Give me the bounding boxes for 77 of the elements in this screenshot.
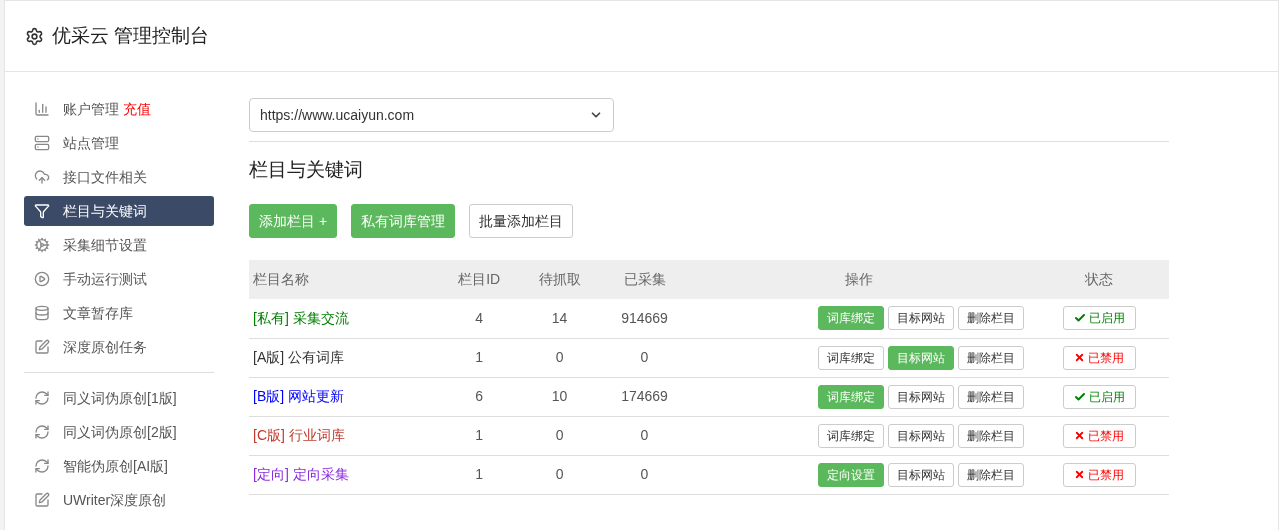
action-button[interactable]: 删除栏目 bbox=[958, 306, 1025, 331]
table-cell: [C版] 行业词库 bbox=[249, 416, 439, 455]
column-header: 已采集 bbox=[599, 260, 690, 299]
table-cell: 0 bbox=[519, 455, 600, 494]
filter-icon bbox=[34, 203, 50, 219]
table-cell: 914669 bbox=[599, 299, 690, 338]
status-button[interactable]: 已禁用 bbox=[1062, 423, 1136, 448]
action-button[interactable]: 目标网站 bbox=[888, 462, 955, 487]
table-cell: 0 bbox=[519, 416, 600, 455]
table-cell: 1 bbox=[439, 455, 520, 494]
action-button[interactable]: 删除栏目 bbox=[958, 345, 1025, 370]
sidebar-item[interactable]: 同义词伪原创[1版] bbox=[24, 383, 214, 413]
status-button[interactable]: 已禁用 bbox=[1062, 345, 1136, 370]
sidebar-item[interactable]: 智能伪原创[AI版] bbox=[24, 451, 214, 481]
server-icon bbox=[34, 135, 50, 151]
section-title: 栏目与关键词 bbox=[249, 158, 364, 182]
action-button[interactable]: 删除栏目 bbox=[958, 423, 1025, 448]
status-button[interactable]: 已禁用 bbox=[1062, 462, 1136, 487]
table-cell: 0 bbox=[599, 338, 690, 377]
sidebar-item[interactable]: 深度原创任务 bbox=[24, 332, 214, 362]
edit-icon bbox=[34, 492, 50, 508]
column-header: 栏目ID bbox=[439, 260, 520, 299]
refresh-icon bbox=[34, 458, 50, 474]
refresh-icon bbox=[34, 424, 50, 440]
sidebar-item[interactable]: 采集细节设置 bbox=[24, 230, 214, 260]
table-cell: 1 bbox=[439, 338, 520, 377]
column-header: 栏目名称 bbox=[249, 260, 439, 299]
table-cell: [定向] 定向采集 bbox=[249, 455, 439, 494]
sidebar-item[interactable]: 栏目与关键词 bbox=[24, 196, 214, 226]
close-icon bbox=[1074, 352, 1086, 363]
table-cell: [B版] 网站更新 bbox=[249, 377, 439, 416]
action-button[interactable]: 目标网站 bbox=[888, 306, 955, 331]
cloud-upload-icon bbox=[34, 169, 50, 185]
table-cell: 174669 bbox=[599, 377, 690, 416]
column-header: 待抓取 bbox=[519, 260, 600, 299]
header-title: 优采云 管理控制台 bbox=[52, 23, 210, 48]
edit-icon bbox=[34, 339, 50, 355]
close-icon bbox=[1074, 469, 1086, 480]
table-cell: 0 bbox=[599, 416, 690, 455]
refresh-icon bbox=[34, 390, 50, 406]
settings-icon bbox=[25, 26, 44, 46]
sidebar-item[interactable]: 站点管理 bbox=[24, 128, 214, 158]
table-cell: [私有] 采集交流 bbox=[249, 299, 439, 338]
sidebar-item[interactable]: 账户管理 充值 bbox=[24, 94, 214, 124]
column-header: 操作 bbox=[689, 260, 1030, 299]
gears-icon bbox=[34, 237, 50, 253]
site-select[interactable]: https://www.ucaiyun.com bbox=[249, 98, 614, 132]
action-button[interactable]: 目标网站 bbox=[888, 384, 955, 409]
action-button[interactable]: 词库绑定 bbox=[818, 423, 885, 448]
table-cell: 6 bbox=[439, 377, 520, 416]
sidebar-item[interactable]: 同义词伪原创[2版] bbox=[24, 417, 214, 447]
sidebar-item[interactable]: 接口文件相关 bbox=[24, 162, 214, 192]
sidebar-item[interactable]: 手动运行测试 bbox=[24, 264, 214, 294]
status-button[interactable]: 已启用 bbox=[1062, 306, 1136, 331]
close-icon bbox=[1074, 430, 1086, 441]
table-cell: 4 bbox=[439, 299, 520, 338]
table-cell: 1 bbox=[439, 416, 520, 455]
sidebar-item[interactable]: UWriter深度原创 bbox=[24, 485, 214, 515]
recharge-link[interactable]: 充值 bbox=[123, 98, 151, 120]
check-icon bbox=[1073, 312, 1086, 325]
table-cell: 10 bbox=[519, 377, 600, 416]
play-icon bbox=[34, 271, 50, 287]
sidebar-item[interactable]: 文章暂存库 bbox=[24, 298, 214, 328]
toolbar-button[interactable]: 批量添加栏目 bbox=[469, 204, 574, 238]
action-button[interactable]: 删除栏目 bbox=[958, 462, 1025, 487]
check-icon bbox=[1073, 390, 1086, 403]
bar-chart-icon bbox=[34, 101, 50, 117]
action-button[interactable]: 目标网站 bbox=[888, 423, 955, 448]
table-cell: 14 bbox=[519, 299, 600, 338]
table-cell: 0 bbox=[599, 455, 690, 494]
column-header: 状态 bbox=[1029, 260, 1169, 299]
table-cell: 0 bbox=[519, 338, 600, 377]
action-button[interactable]: 删除栏目 bbox=[958, 384, 1025, 409]
status-button[interactable]: 已启用 bbox=[1062, 384, 1136, 409]
table-cell: [A版] 公有词库 bbox=[249, 338, 439, 377]
database-icon bbox=[34, 305, 50, 321]
action-button[interactable]: 词库绑定 bbox=[818, 345, 885, 370]
